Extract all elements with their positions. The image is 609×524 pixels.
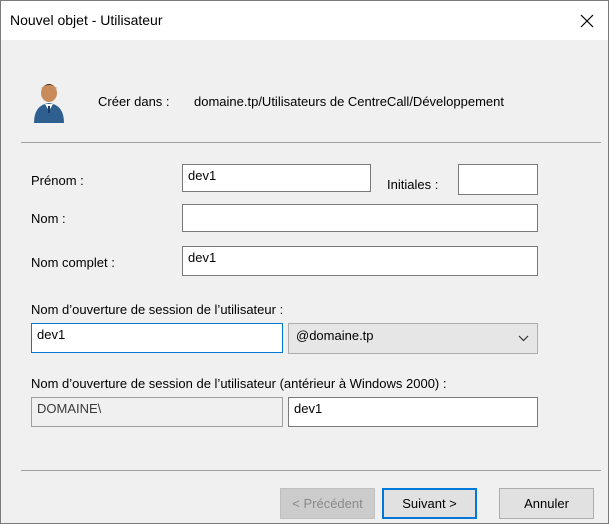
full-name-label: Nom complet : [31, 255, 115, 270]
window-title: Nouvel objet - Utilisateur [10, 12, 163, 28]
separator-bottom [21, 470, 601, 471]
initials-label: Initiales : [387, 177, 439, 192]
create-in-path: domaine.tp/Utilisateurs de CentreCall/Dé… [194, 94, 504, 109]
full-name-field[interactable]: dev1 [182, 246, 538, 276]
pre2000-name-field[interactable]: dev1 [288, 397, 538, 427]
title-bar: Nouvel objet - Utilisateur [1, 1, 608, 40]
logon-name-label: Nom d’ouverture de session de l’utilisat… [31, 302, 284, 317]
last-name-field[interactable] [182, 204, 538, 232]
first-name-label: Prénom : [31, 173, 84, 188]
create-in-label: Créer dans : [98, 94, 170, 109]
previous-button[interactable]: < Précédent [280, 488, 375, 519]
chevron-down-icon [518, 335, 529, 342]
upn-suffix-value: @domaine.tp [296, 328, 374, 343]
close-icon [580, 14, 594, 27]
pre2000-domain-field: DOMAINE\ [31, 397, 283, 427]
logon-name-field[interactable]: dev1 [31, 323, 283, 353]
last-name-label: Nom : [31, 211, 66, 226]
separator-top [21, 142, 601, 143]
logon-pre2000-label: Nom d’ouverture de session de l’utilisat… [31, 376, 447, 391]
next-button[interactable]: Suivant > [382, 488, 477, 519]
upn-suffix-select[interactable]: @domaine.tp [288, 323, 538, 354]
initials-field[interactable] [458, 164, 538, 195]
user-icon [34, 84, 64, 123]
first-name-field[interactable]: dev1 [182, 164, 371, 192]
close-button[interactable] [566, 1, 608, 40]
new-user-dialog: Nouvel objet - Utilisateur Créer dans : … [0, 0, 609, 524]
cancel-button[interactable]: Annuler [499, 488, 594, 519]
